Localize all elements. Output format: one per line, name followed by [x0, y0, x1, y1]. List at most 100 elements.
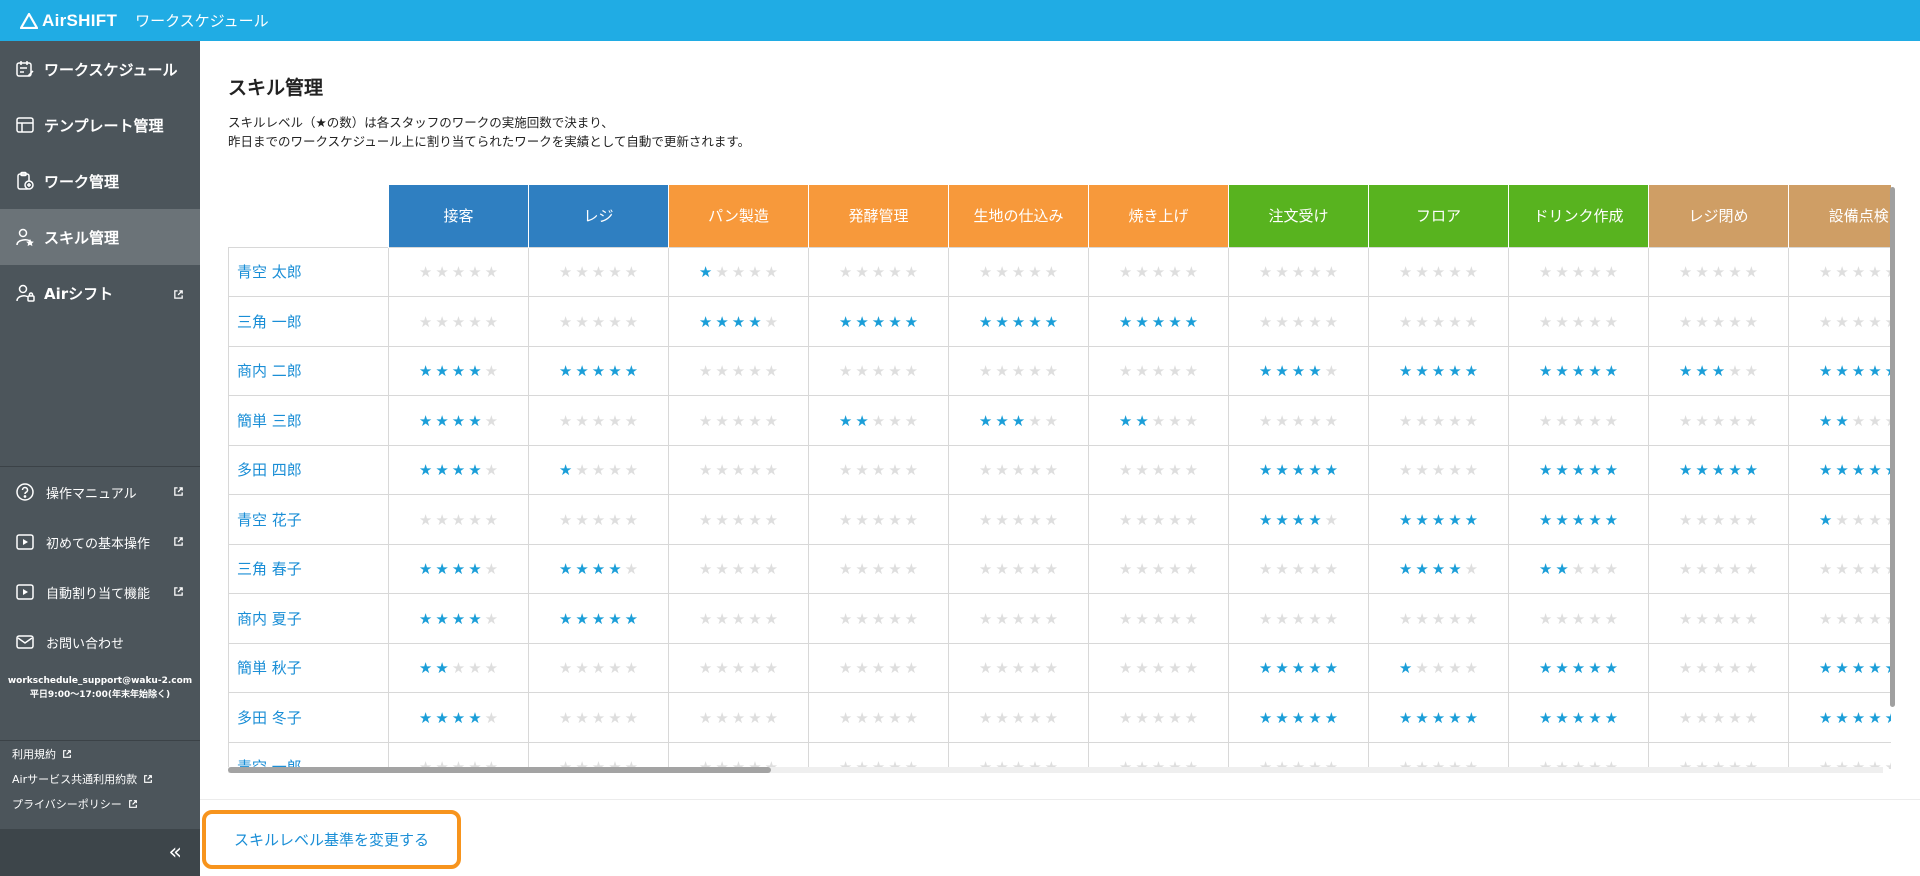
star-icon: ★	[1604, 708, 1619, 727]
star-icon: ★	[1308, 461, 1322, 480]
star-icon: ★	[575, 362, 589, 381]
star-icon: ★	[1571, 560, 1586, 579]
skill-level-cell: ★★★★★	[528, 395, 669, 446]
star-icon: ★	[1695, 411, 1709, 430]
skill-level-cell: ★★★★★	[528, 543, 669, 594]
skill-level-cell: ★★★★★	[948, 444, 1089, 495]
brand-logo[interactable]: AirSHIFT	[20, 11, 117, 31]
star-icon: ★	[871, 411, 886, 430]
skill-rating: ★★★★★	[979, 265, 1058, 280]
skill-level-cell: ★★★★★	[1228, 543, 1369, 594]
skill-rating: ★★★★★	[1399, 314, 1478, 330]
collapse-sidebar-button[interactable]: «	[0, 829, 200, 876]
sidebar-nav-label: スキル管理	[44, 228, 120, 247]
star-icon: ★	[484, 263, 499, 282]
skill-level-cell: ★★★★★	[1648, 345, 1789, 396]
sidebar-nav-item[interactable]: Airシフト	[0, 265, 200, 321]
skill-rating: ★★★★★	[1259, 661, 1338, 676]
star-icon: ★	[1324, 560, 1339, 579]
skill-level-cell: ★★★★★	[808, 593, 949, 644]
staff-name-link[interactable]: 多田 冬子	[228, 692, 389, 743]
star-icon: ★	[855, 510, 869, 529]
star-icon: ★	[484, 411, 499, 430]
skill-rating: ★★★★★	[1819, 413, 1891, 429]
help-link-item[interactable]: 操作マニュアル	[0, 467, 200, 517]
star-icon: ★	[1728, 510, 1742, 529]
star-icon: ★	[748, 560, 762, 579]
help-link-item[interactable]: 自動割り当て機能	[0, 567, 200, 617]
star-icon: ★	[1151, 263, 1166, 282]
star-icon: ★	[1308, 263, 1322, 282]
legal-link[interactable]: 利用規約	[12, 741, 200, 766]
star-icon: ★	[1415, 263, 1429, 282]
staff-name-link[interactable]: 青空 太郎	[228, 246, 389, 297]
staff-name-link[interactable]: 青空 花子	[228, 494, 389, 545]
legal-link[interactable]: プライバシーポリシー	[12, 791, 200, 816]
staff-name-link[interactable]: 簡単 秋子	[228, 642, 389, 693]
skill-rating: ★★★★★	[1119, 609, 1198, 628]
star-icon: ★	[435, 411, 449, 430]
change-skill-level-criteria-button[interactable]: スキルレベル基準を変更する	[202, 810, 461, 869]
star-icon: ★	[731, 362, 746, 381]
star-icon: ★	[995, 560, 1009, 579]
staff-name-link[interactable]: 三角 春子	[228, 543, 389, 594]
staff-name-link[interactable]: 簡単 三郎	[228, 395, 389, 446]
skill-level-cell: ★★★★★	[808, 741, 949, 769]
star-icon: ★	[1868, 312, 1882, 331]
help-link-item[interactable]: 初めての基本操作	[0, 517, 200, 567]
star-icon: ★	[1538, 263, 1553, 282]
sidebar-nav-item[interactable]: スキル管理	[0, 209, 200, 265]
skill-level-cell: ★★★★★	[808, 543, 949, 594]
skill-level-cell: ★★★★★	[528, 296, 669, 347]
skill-level-cell: ★★★★★	[808, 692, 949, 743]
star-icon: ★	[731, 609, 746, 628]
staff-name-link[interactable]: 商内 二郎	[228, 345, 389, 396]
skill-level-cell: ★★★★★	[1228, 593, 1369, 644]
skill-rating: ★★★★★	[1538, 708, 1619, 727]
star-icon: ★	[1571, 362, 1586, 381]
star-icon: ★	[1258, 461, 1273, 480]
skill-table: 接客 レジ パン製造 発酵管理 生地の仕込み 焼き上げ 注文受け フロア ドリンク作成 レジ閉め設…	[228, 185, 1891, 769]
skill-rating: ★★★★★	[1259, 314, 1338, 330]
staff-name-link[interactable]: 商内 夏子	[228, 593, 389, 644]
star-icon: ★	[1044, 362, 1059, 381]
vertical-scrollbar[interactable]	[1890, 187, 1895, 707]
star-icon: ★	[1044, 708, 1059, 727]
legal-link[interactable]: Airサービス共通利用約款	[12, 766, 200, 791]
staff-name-link[interactable]: 三角 一郎	[228, 296, 389, 347]
horizontal-scrollbar[interactable]	[228, 767, 771, 773]
skill-level-cell: ★★★★★	[1228, 246, 1369, 297]
star-icon: ★	[978, 312, 993, 331]
sidebar-nav-item[interactable]: ワークスケジュール	[0, 41, 200, 97]
skill-table-container[interactable]: 接客 レジ パン製造 発酵管理 生地の仕込み 焼き上げ 注文受け フロア ドリンク作成 レジ閉め設…	[228, 185, 1891, 769]
star-icon: ★	[764, 708, 779, 727]
table-row: 青空 花子 ★ ★ ★ ★ ★ ★ ★ ★ ★ ★ ★ ★ ★ ★ ★ ★ ★ ★ ★ ★ ★ ★ ★ ★ ★ ★ ★ ★ ★ ★ ★ ★ ★ ★ ★…	[228, 494, 1891, 545]
star-icon: ★	[1818, 708, 1833, 727]
skill-rating: ★★★★★	[1539, 463, 1618, 478]
star-icon: ★	[871, 263, 886, 282]
staff-name-link[interactable]: 青空 一郎	[228, 741, 389, 769]
star-icon: ★	[1151, 609, 1166, 628]
skill-column-header: 接客	[388, 185, 529, 247]
star-icon: ★	[1464, 708, 1479, 727]
star-icon: ★	[1011, 510, 1026, 529]
sidebar-nav: ワークスケジュール テンプレート管理 ワーク管理スキル管理 Airシフト	[0, 41, 200, 321]
sidebar-nav-item[interactable]: テンプレート管理	[0, 97, 200, 153]
star-icon: ★	[1448, 510, 1462, 529]
star-icon: ★	[418, 263, 433, 282]
star-icon: ★	[418, 411, 433, 430]
star-icon: ★	[1448, 659, 1462, 678]
star-icon: ★	[1168, 263, 1182, 282]
star-icon: ★	[838, 312, 853, 331]
staff-name-link[interactable]: 多田 四郎	[228, 444, 389, 495]
star-icon: ★	[1571, 609, 1586, 628]
help-link-item[interactable]: お問い合わせ	[0, 617, 200, 667]
star-icon: ★	[871, 659, 886, 678]
skill-level-cell: ★★★★★	[528, 692, 669, 743]
star-icon: ★	[1538, 708, 1553, 727]
skill-rating: ★★★★★	[1819, 364, 1891, 379]
star-icon: ★	[1604, 312, 1619, 331]
help-link-label: 操作マニュアル	[46, 486, 137, 502]
star-icon: ★	[764, 411, 779, 430]
sidebar-nav-item[interactable]: ワーク管理	[0, 153, 200, 209]
